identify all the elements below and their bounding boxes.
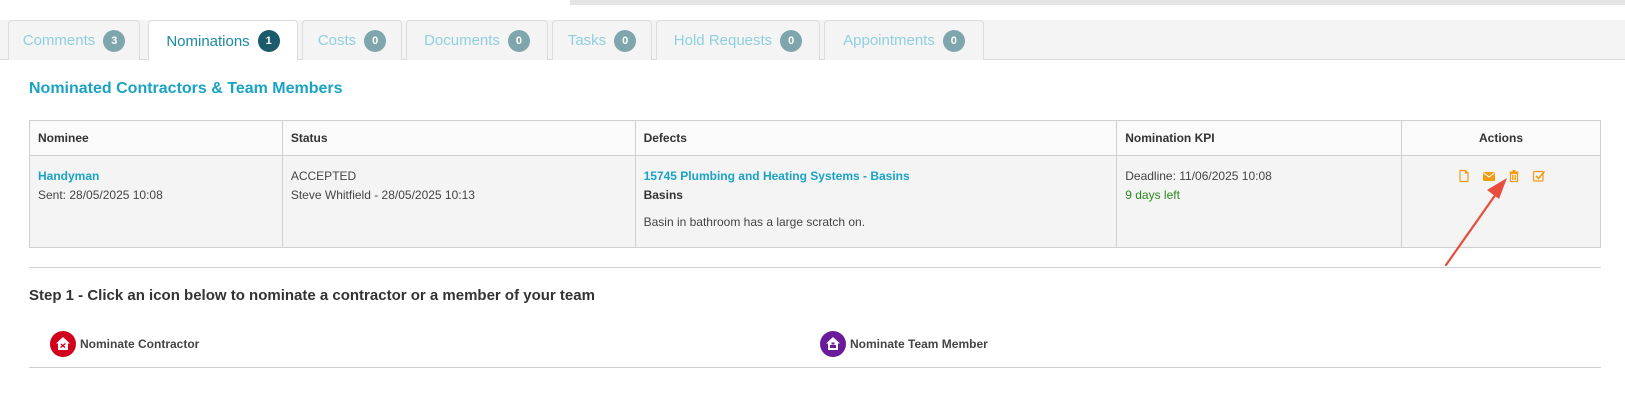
tab-documents[interactable]: Documents 0: [406, 20, 548, 60]
section-title: Nominated Contractors & Team Members: [29, 80, 343, 97]
tab-bar: Comments 3 Nominations 1 Costs 0 Documen…: [0, 20, 1625, 61]
tab-appointments[interactable]: Appointments 0: [824, 20, 984, 60]
tab-label: Nominations: [166, 32, 250, 50]
count-badge: 0: [614, 29, 637, 52]
team-house-icon: [820, 331, 846, 357]
count-badge: 1: [257, 30, 280, 52]
sent-date: Sent: 28/05/2025 10:08: [38, 188, 163, 202]
tab-label: Comments: [22, 32, 96, 49]
tab-label: Documents: [424, 32, 500, 49]
nominate-contractor-label: Nominate Contractor: [80, 337, 200, 351]
count-badge: 3: [103, 29, 126, 52]
defect-link[interactable]: 15745 Plumbing and Heating Systems - Bas…: [644, 167, 1109, 186]
bottom-divider: [29, 367, 1601, 368]
count-badge: 0: [780, 29, 803, 52]
count-badge: 0: [942, 29, 965, 52]
contractor-house-icon: [50, 331, 76, 357]
tab-nominations[interactable]: Nominations 1: [148, 20, 298, 61]
nominations-table: Nominee Status Defects Nomination KPI Ac…: [29, 120, 1601, 248]
tab-comments[interactable]: Comments 3: [8, 20, 140, 60]
nominate-contractor-button[interactable]: Nominate Contractor: [50, 331, 199, 357]
defect-name: Basins: [643, 188, 683, 202]
document-icon[interactable]: [1457, 169, 1471, 183]
table-header-row: Nominee Status Defects Nomination KPI Ac…: [29, 120, 1601, 156]
action-icons: [1410, 167, 1592, 183]
deadline-text: Deadline: 11/06/2025 10:08: [1125, 169, 1272, 183]
status-by: Steve Whitfield - 28/05/2025 10:13: [290, 188, 475, 202]
check-square-icon[interactable]: [1532, 169, 1546, 183]
tab-costs[interactable]: Costs 0: [302, 20, 402, 60]
tab-hold-requests[interactable]: Hold Requests 0: [656, 20, 820, 60]
nominate-team-member-button[interactable]: Nominate Team Member: [820, 331, 988, 357]
step-title: Step 1 - Click an icon below to nominate…: [29, 287, 595, 304]
tab-tasks[interactable]: Tasks 0: [552, 20, 652, 60]
days-left: 9 days left: [1125, 188, 1180, 202]
status-text: ACCEPTED: [290, 169, 357, 183]
tab-label: Costs: [317, 32, 357, 49]
count-badge: 0: [364, 29, 387, 52]
status-cell: ACCEPTED Steve Whitfield - 28/05/2025 10…: [281, 155, 636, 248]
column-header-actions: Actions: [1401, 120, 1601, 156]
section-divider: [29, 267, 1601, 268]
tab-label: Tasks: [567, 32, 607, 49]
column-header-nominee: Nominee: [29, 120, 283, 156]
nominee-link[interactable]: Handyman: [38, 167, 274, 186]
defects-cell: 15745 Plumbing and Heating Systems - Bas…: [634, 155, 1118, 248]
envelope-icon[interactable]: [1482, 169, 1496, 183]
trash-icon[interactable]: [1507, 169, 1521, 183]
column-header-defects: Defects: [634, 120, 1118, 156]
table-row: Handyman Sent: 28/05/2025 10:08 ACCEPTED…: [29, 155, 1601, 248]
count-badge: 0: [507, 29, 530, 52]
kpi-cell: Deadline: 11/06/2025 10:08 9 days left: [1116, 155, 1403, 248]
defect-description: Basin in bathroom has a large scratch on…: [643, 215, 866, 229]
column-header-status: Status: [281, 120, 636, 156]
tab-label: Appointments: [843, 32, 935, 49]
tab-label: Hold Requests: [673, 32, 773, 49]
column-header-kpi: Nomination KPI: [1116, 120, 1403, 156]
actions-cell: [1401, 155, 1601, 248]
nominate-team-member-label: Nominate Team Member: [850, 337, 988, 351]
top-strip: [570, 0, 1625, 5]
nominee-cell: Handyman Sent: 28/05/2025 10:08: [29, 155, 283, 248]
